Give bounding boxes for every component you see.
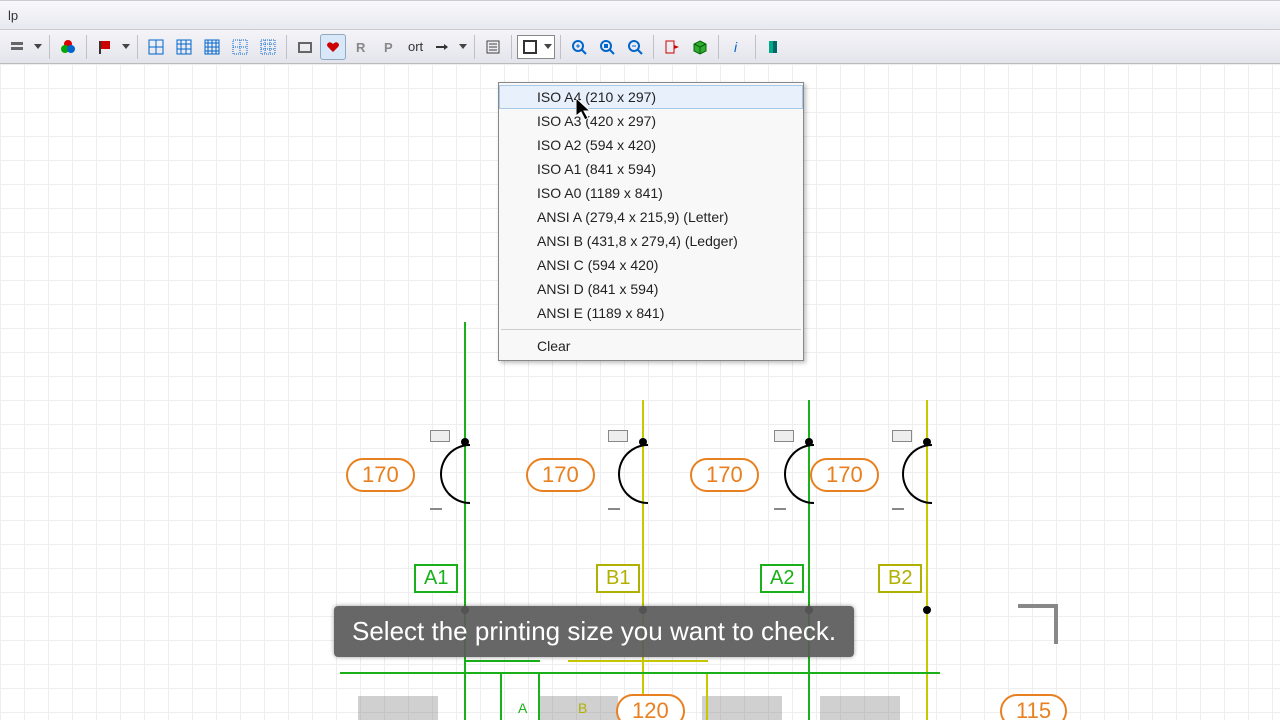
svg-text:P: P	[384, 40, 393, 55]
toolbar-arrow-dropdown[interactable]	[457, 44, 469, 49]
dropdown-iso-a3[interactable]: ISO A3 (420 x 297)	[499, 109, 803, 133]
toolbar-pagesize-combo[interactable]	[517, 35, 555, 59]
toolbar-zoomfit-icon[interactable]	[594, 34, 620, 60]
dropdown-iso-a1[interactable]: ISO A1 (841 x 594)	[499, 157, 803, 181]
menu-help[interactable]: lp	[2, 8, 24, 23]
svg-text:i: i	[734, 39, 738, 55]
label-b2: B2	[878, 564, 922, 593]
dropdown-clear[interactable]: Clear	[499, 334, 803, 358]
value-2: 170	[526, 458, 595, 492]
dropdown-ansi-b[interactable]: ANSI B (431,8 x 279,4) (Ledger)	[499, 229, 803, 253]
toolbar-arrow-icon[interactable]	[429, 34, 455, 60]
dropdown-iso-a2[interactable]: ISO A2 (594 x 420)	[499, 133, 803, 157]
dropdown-iso-a0[interactable]: ISO A0 (1189 x 841)	[499, 181, 803, 205]
toolbar-cube-icon[interactable]	[687, 34, 713, 60]
bottom-value-2: 115	[1000, 694, 1067, 720]
bottom-letter-b: B	[578, 700, 587, 716]
dropdown-ansi-d[interactable]: ANSI D (841 x 594)	[499, 277, 803, 301]
menubar: lp	[0, 0, 1280, 30]
dropdown-ansi-e[interactable]: ANSI E (1189 x 841)	[499, 301, 803, 325]
toolbar-grid5-icon[interactable]	[255, 34, 281, 60]
dropdown-iso-a4[interactable]: ISO A4 (210 x 297)	[499, 85, 803, 109]
toolbar: R P ort i	[0, 30, 1280, 64]
value-1: 170	[346, 458, 415, 492]
toolbar-grid4-icon[interactable]	[227, 34, 253, 60]
toolbar-r-icon[interactable]: R	[348, 34, 374, 60]
label-a1: A1	[414, 564, 458, 593]
toolbar-layers-dropdown[interactable]	[32, 44, 44, 49]
toolbar-box-icon[interactable]	[292, 34, 318, 60]
toolbar-pagesize-icon[interactable]	[518, 36, 542, 58]
toolbar-p-icon[interactable]: P	[376, 34, 402, 60]
toolbar-exit-icon[interactable]	[761, 34, 787, 60]
toolbar-grid2-icon[interactable]	[171, 34, 197, 60]
label-a2: A2	[760, 564, 804, 593]
dropdown-ansi-c[interactable]: ANSI C (594 x 420)	[499, 253, 803, 277]
dropdown-ansi-a[interactable]: ANSI A (279,4 x 215,9) (Letter)	[499, 205, 803, 229]
toolbar-zoomout-icon[interactable]	[622, 34, 648, 60]
svg-text:R: R	[356, 40, 366, 55]
value-3: 170	[690, 458, 759, 492]
toolbar-list-icon[interactable]	[480, 34, 506, 60]
toolbar-grid3-icon[interactable]	[199, 34, 225, 60]
bottom-value-1: 120	[616, 694, 685, 720]
toolbar-layers-icon[interactable]	[4, 34, 30, 60]
label-b1: B1	[596, 564, 640, 593]
toolbar-grid1-icon[interactable]	[143, 34, 169, 60]
bottom-letter-a: A	[518, 700, 527, 716]
toolbar-heart-icon[interactable]	[320, 34, 346, 60]
toolbar-export-icon[interactable]	[659, 34, 685, 60]
pagesize-dropdown: ISO A4 (210 x 297) ISO A3 (420 x 297) IS…	[498, 82, 804, 361]
value-4: 170	[810, 458, 879, 492]
toolbar-flag-dropdown[interactable]	[120, 44, 132, 49]
toolbar-zoomin-icon[interactable]	[566, 34, 592, 60]
toolbar-rgb-circles-icon[interactable]	[55, 34, 81, 60]
toolbar-ort-label: ort	[404, 39, 427, 54]
toolbar-red-flag-icon[interactable]	[92, 34, 118, 60]
tooltip: Select the printing size you want to che…	[334, 606, 854, 657]
toolbar-pagesize-dropdown[interactable]	[542, 36, 554, 58]
toolbar-info-icon[interactable]: i	[724, 34, 750, 60]
